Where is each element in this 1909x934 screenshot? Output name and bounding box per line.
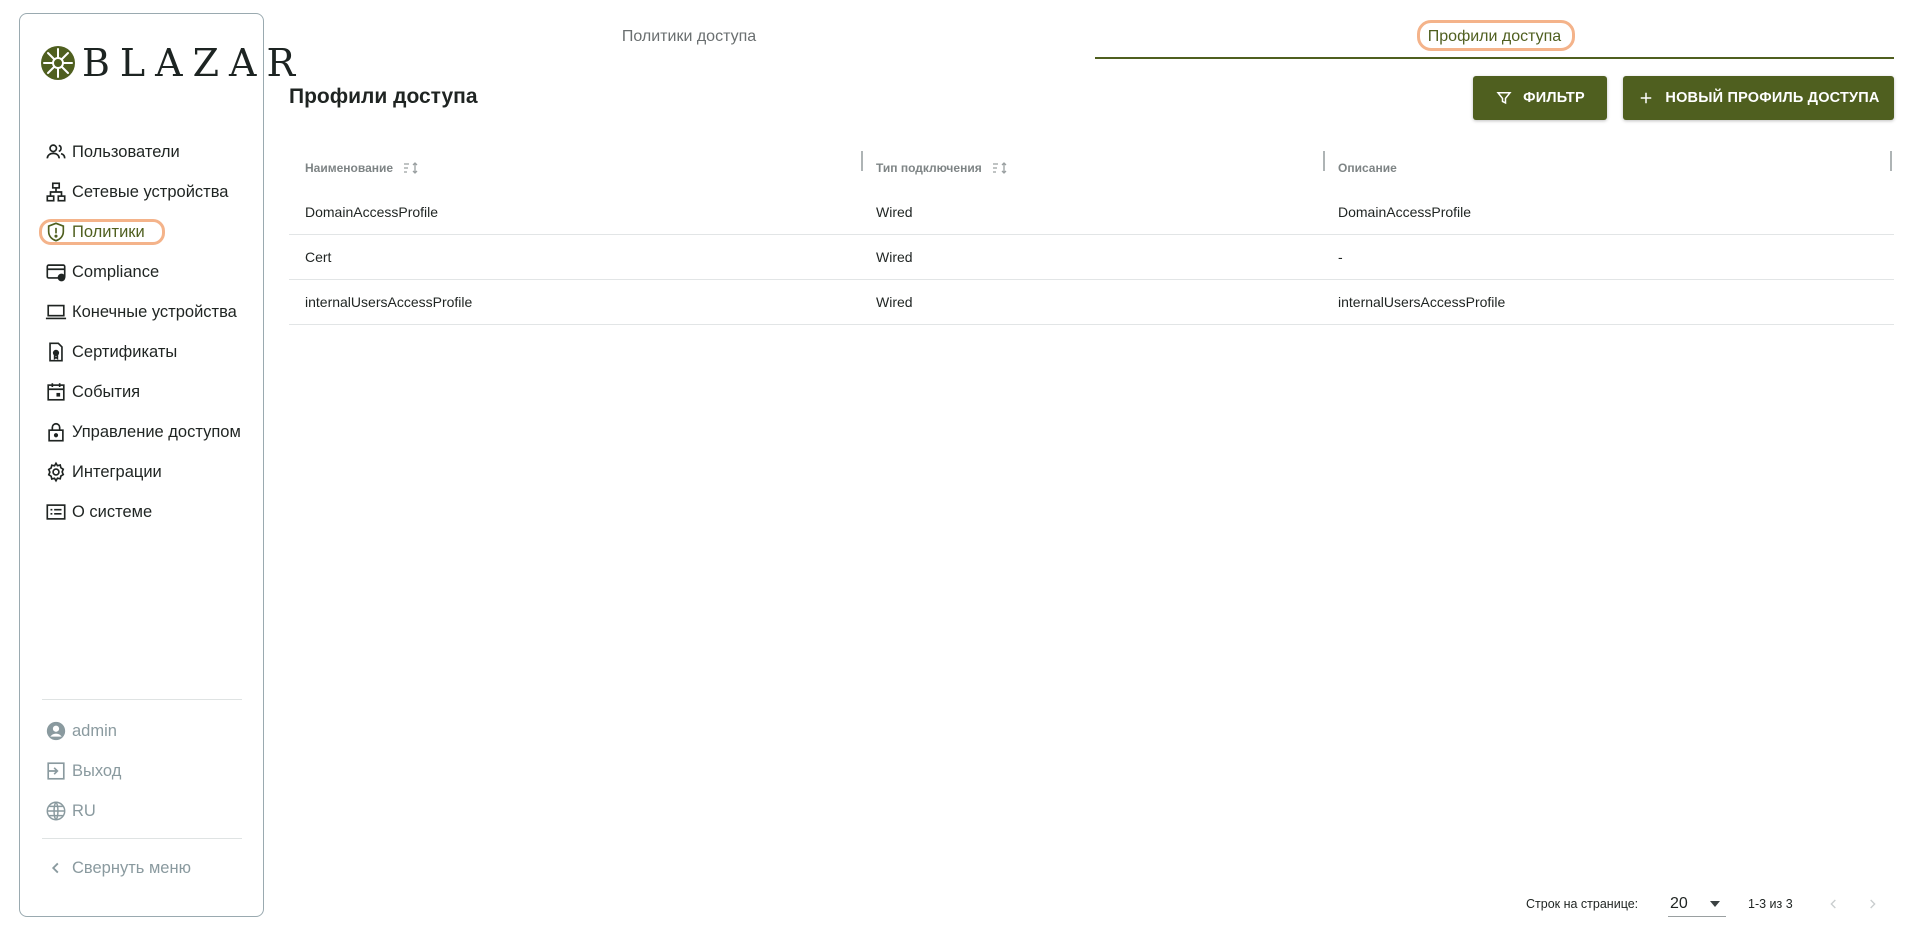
logout-label: Выход xyxy=(72,761,122,780)
chevron-left-icon xyxy=(45,857,67,879)
laptop-icon xyxy=(45,301,67,323)
sidebar-item-label: События xyxy=(72,382,141,401)
cell-name: DomainAccessProfile xyxy=(305,204,439,220)
sidebar-item-label: Интеграции xyxy=(72,462,162,481)
tab-bar: Политики доступа Профили доступа xyxy=(289,14,1894,60)
sidebar-item-label: Конечные устройства xyxy=(72,302,237,321)
collapse-menu-button[interactable]: Свернуть меню xyxy=(45,848,191,888)
cell-connection-type: Wired xyxy=(876,204,913,220)
table-row[interactable]: Cert Wired - xyxy=(289,235,1894,280)
sidebar-item-label: О системе xyxy=(72,502,153,521)
sidebar-item-label: Политики xyxy=(72,222,145,241)
certificate-icon xyxy=(45,341,67,363)
gear-icon xyxy=(45,461,67,483)
previous-page-button[interactable] xyxy=(1822,892,1846,916)
sidebar-divider xyxy=(42,838,242,839)
collapse-label: Свернуть меню xyxy=(72,858,191,877)
sidebar-item-network-devices[interactable]: Сетевые устройства xyxy=(20,172,263,212)
logout-icon xyxy=(45,760,67,782)
sidebar-item-label: Compliance xyxy=(72,262,160,281)
cell-name: internalUsersAccessProfile xyxy=(305,294,473,310)
language-switch[interactable]: RU xyxy=(45,791,96,831)
column-header-name[interactable]: Наименование xyxy=(305,146,419,190)
globe-icon xyxy=(45,800,67,822)
cell-description: DomainAccessProfile xyxy=(1338,204,1472,220)
language-label: RU xyxy=(72,801,96,820)
sidebar-item-label: Сертификаты xyxy=(72,342,178,361)
sort-icon[interactable] xyxy=(403,162,419,174)
chevron-left-icon xyxy=(1830,899,1836,909)
tab-access-profiles[interactable]: Профили доступа xyxy=(1095,14,1894,60)
sidebar-item-endpoints[interactable]: Конечные устройства xyxy=(20,292,263,332)
sidebar-item-label: Управление доступом xyxy=(72,422,241,441)
sidebar-item-users[interactable]: Пользователи xyxy=(20,132,263,172)
new-button-label: НОВЫЙ ПРОФИЛЬ ДОСТУПА xyxy=(1665,90,1880,106)
filter-button[interactable]: ФИЛЬТР xyxy=(1473,76,1607,120)
table-row[interactable]: internalUsersAccessProfile Wired interna… xyxy=(289,280,1894,325)
sidebar: BLAZAR Пользователи Сетевые устройства П… xyxy=(19,13,295,917)
cell-description: - xyxy=(1338,249,1343,265)
chevron-right-icon xyxy=(1870,899,1876,909)
active-tab-indicator xyxy=(1095,57,1894,59)
next-page-button[interactable] xyxy=(1860,892,1884,916)
user-label: admin xyxy=(72,721,117,740)
dropdown-caret-icon xyxy=(1710,901,1720,907)
rows-per-page-value: 20 xyxy=(1670,895,1688,912)
rows-per-page-label: Строк на странице: xyxy=(1526,897,1639,911)
user-menu[interactable]: admin xyxy=(45,711,117,751)
column-header-label: Описание xyxy=(1338,161,1397,175)
network-devices-icon xyxy=(45,181,67,203)
table-body: DomainAccessProfile Wired DomainAccessPr… xyxy=(289,190,1894,325)
plus-icon xyxy=(1637,89,1655,107)
sort-icon[interactable] xyxy=(992,162,1008,174)
sidebar-item-label: Пользователи xyxy=(72,142,180,161)
column-header-label: Наименование xyxy=(305,161,394,175)
column-resize-handle[interactable] xyxy=(1323,151,1325,171)
sidebar-item-certificates[interactable]: Сертификаты xyxy=(20,332,263,372)
sidebar-item-about[interactable]: О системе xyxy=(20,492,263,532)
column-resize-handle[interactable] xyxy=(861,151,863,171)
sidebar-nav: Пользователи Сетевые устройства Политики… xyxy=(20,132,263,532)
page-title: Профили доступа xyxy=(289,85,478,108)
new-access-profile-button[interactable]: НОВЫЙ ПРОФИЛЬ ДОСТУПА xyxy=(1623,76,1894,120)
sidebar-item-access-control[interactable]: Управление доступом xyxy=(20,412,263,452)
filter-button-label: ФИЛЬТР xyxy=(1523,90,1585,106)
cell-description: internalUsersAccessProfile xyxy=(1338,294,1506,310)
column-header-connection-type[interactable]: Тип подключения xyxy=(876,146,1008,190)
cell-name: Cert xyxy=(305,249,332,265)
users-icon xyxy=(45,141,67,163)
column-header-description[interactable]: Описание xyxy=(1338,146,1397,190)
cell-connection-type: Wired xyxy=(876,294,913,310)
table-header: Наименование Тип подключения Описание xyxy=(289,146,1894,190)
logout-button[interactable]: Выход xyxy=(45,751,121,791)
access-profiles-table: Наименование Тип подключения Описание Do… xyxy=(289,146,1894,325)
tab-access-policies[interactable]: Политики доступа xyxy=(289,14,1089,60)
sidebar-item-label: Сетевые устройства xyxy=(72,182,229,201)
logo-text: BLAZAR xyxy=(82,41,306,85)
pagination-range: 1-3 из 3 xyxy=(1748,897,1793,911)
info-list-icon xyxy=(45,501,67,523)
column-header-label: Тип подключения xyxy=(876,161,982,175)
shield-alert-icon xyxy=(45,221,67,243)
sidebar-item-integrations[interactable]: Интеграции xyxy=(20,452,263,492)
sidebar-item-compliance[interactable]: Compliance xyxy=(20,252,263,292)
sidebar-item-events[interactable]: События xyxy=(20,372,263,412)
card-check-icon xyxy=(45,261,67,283)
sidebar-item-policies[interactable]: Политики xyxy=(20,212,263,252)
table-row[interactable]: DomainAccessProfile Wired DomainAccessPr… xyxy=(289,190,1894,235)
account-circle-icon xyxy=(45,720,67,742)
rows-per-page-select[interactable]: 20 xyxy=(1668,892,1726,917)
cell-connection-type: Wired xyxy=(876,249,913,265)
blazar-logo-icon xyxy=(41,46,75,80)
sidebar-divider xyxy=(42,699,242,700)
logo[interactable]: BLAZAR xyxy=(40,42,305,84)
lock-icon xyxy=(45,421,67,443)
filter-icon xyxy=(1495,89,1513,107)
column-resize-handle[interactable] xyxy=(1890,151,1892,171)
calendar-icon xyxy=(45,381,67,403)
